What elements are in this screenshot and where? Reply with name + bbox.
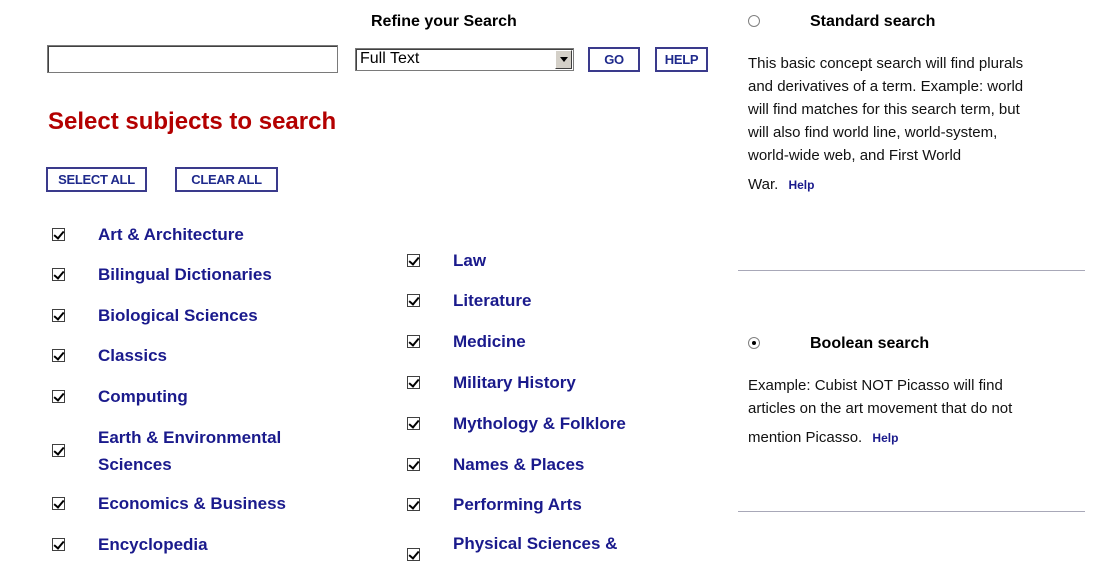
subject-economics-business[interactable]: Economics & Business [98, 489, 286, 518]
subject-medicine[interactable]: Medicine [453, 327, 526, 356]
standard-desc-line: This basic concept search will find plur… [748, 55, 1024, 72]
standard-desc-line: world-wide web, and First World [748, 147, 962, 164]
clear-all-button[interactable]: CLEAR ALL [175, 167, 278, 192]
select-all-button[interactable]: SELECT ALL [46, 167, 147, 192]
standard-desc-last: War. Help [748, 173, 1100, 197]
checkbox-computing[interactable] [52, 390, 65, 403]
boolean-search-title: Boolean search [810, 335, 930, 352]
subject-performing-arts[interactable]: Performing Arts [453, 490, 582, 519]
divider [738, 511, 1085, 512]
boolean-search-description: Example: Cubist NOT Picasso will find ar… [748, 374, 1100, 450]
boolean-help-link[interactable]: Help [872, 431, 898, 445]
standard-search-description: This basic concept search will find plur… [748, 52, 1100, 197]
subject-mythology-folklore[interactable]: Mythology & Folklore [453, 409, 626, 438]
checkbox-bilingual-dictionaries[interactable] [52, 268, 65, 281]
subject-literature[interactable]: Literature [453, 286, 531, 315]
subject-encyclopedia[interactable]: Encyclopedia [98, 530, 208, 559]
boolean-desc-last: mention Picasso. Help [748, 426, 1100, 450]
checkbox-medicine[interactable] [407, 335, 420, 348]
checkbox-mythology-folklore[interactable] [407, 417, 420, 430]
subjects-title: Select subjects to search [48, 108, 337, 135]
checkbox-names-places[interactable] [407, 458, 420, 471]
boolean-desc-line: mention Picasso. [748, 429, 863, 446]
divider [738, 270, 1085, 271]
subject-earth-environmental-line2[interactable]: Sciences [98, 450, 172, 479]
subject-classics[interactable]: Classics [98, 341, 167, 370]
subject-list-col2: Law Literature Medicine Military History… [407, 246, 707, 561]
subject-art-architecture[interactable]: Art & Architecture [98, 220, 244, 249]
checkbox-performing-arts[interactable] [407, 498, 420, 511]
checkbox-encyclopedia[interactable] [52, 538, 65, 551]
checkbox-physical-sciences[interactable] [407, 548, 420, 561]
subject-physical-sciences[interactable]: Physical Sciences & [453, 529, 617, 558]
subject-earth-environmental[interactable]: Earth & Environmental [98, 423, 281, 452]
checkbox-art-architecture[interactable] [52, 228, 65, 241]
go-button[interactable]: GO [588, 47, 640, 72]
checkbox-military-history[interactable] [407, 376, 420, 389]
refine-heading: Refine your Search [371, 13, 517, 30]
subject-biological-sciences[interactable]: Biological Sciences [98, 301, 258, 330]
search-mode-select[interactable]: Full Text [355, 48, 574, 71]
standard-help-link[interactable]: Help [788, 178, 814, 192]
boolean-search-radio[interactable] [748, 337, 760, 349]
subject-bilingual-dictionaries[interactable]: Bilingual Dictionaries [98, 260, 272, 289]
checkbox-biological-sciences[interactable] [52, 309, 65, 322]
chevron-down-icon[interactable] [555, 50, 572, 69]
checkbox-classics[interactable] [52, 349, 65, 362]
standard-search-radio[interactable] [748, 15, 760, 27]
subject-law[interactable]: Law [453, 246, 486, 275]
checkbox-earth-environmental[interactable] [52, 444, 65, 457]
standard-desc-line: will also find world line, world-system, [748, 124, 998, 141]
boolean-desc-line: Example: Cubist NOT Picasso will find [748, 377, 1003, 394]
search-input[interactable] [47, 45, 338, 73]
subject-names-places[interactable]: Names & Places [453, 450, 584, 479]
subject-military-history[interactable]: Military History [453, 368, 576, 397]
checkbox-economics-business[interactable] [52, 497, 65, 510]
subject-list-col1: Art & Architecture Bilingual Dictionarie… [52, 220, 352, 557]
standard-desc-line: War. [748, 176, 779, 193]
checkbox-literature[interactable] [407, 294, 420, 307]
standard-desc-line: will find matches for this search term, … [748, 101, 1020, 118]
standard-search-title: Standard search [810, 13, 936, 30]
boolean-desc-line: articles on the art movement that do not [748, 400, 1013, 417]
help-button[interactable]: HELP [655, 47, 708, 72]
subject-computing[interactable]: Computing [98, 382, 188, 411]
search-mode-value: Full Text [360, 50, 420, 67]
standard-desc-line: and derivatives of a term. Example: worl… [748, 78, 1024, 95]
checkbox-law[interactable] [407, 254, 420, 267]
